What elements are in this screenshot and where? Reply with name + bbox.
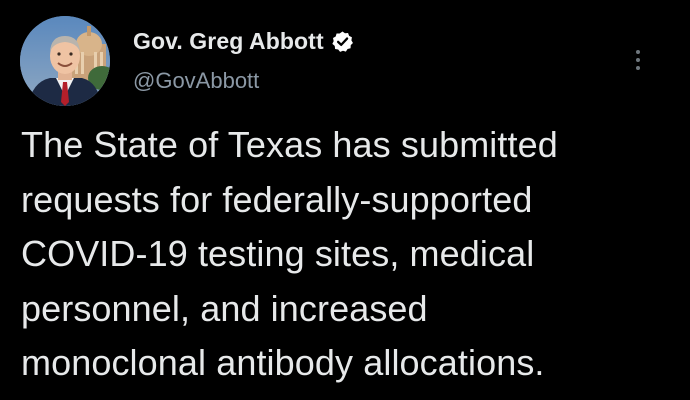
tweet-text-line: monoclonal antibody allocations. <box>21 342 545 383</box>
user-handle[interactable]: @GovAbbott <box>133 68 354 94</box>
tweet-text-line: requests for federally-supported <box>21 178 533 220</box>
more-dot <box>636 66 640 70</box>
tweet-card: Gov. Greg Abbott @GovAbbott The State of… <box>0 0 690 400</box>
profile-photo-icon <box>20 16 110 106</box>
more-dot <box>636 50 640 54</box>
display-name[interactable]: Gov. Greg Abbott <box>133 28 324 55</box>
name-row: Gov. Greg Abbott <box>133 26 354 56</box>
verified-badge-icon <box>331 30 354 53</box>
tweet-text-line: personnel, and increased <box>21 287 428 329</box>
tweet-header: Gov. Greg Abbott @GovAbbott <box>20 16 670 106</box>
author-info: Gov. Greg Abbott @GovAbbott <box>133 26 354 96</box>
tweet-text: The State of Texas has submitted request… <box>21 118 676 391</box>
tweet-text-line: The State of Texas has submitted <box>21 124 558 165</box>
avatar[interactable] <box>20 16 110 106</box>
more-dot <box>636 58 640 62</box>
tweet-text-line: COVID-19 testing sites, medical <box>21 233 535 274</box>
more-options-icon[interactable] <box>634 50 642 74</box>
